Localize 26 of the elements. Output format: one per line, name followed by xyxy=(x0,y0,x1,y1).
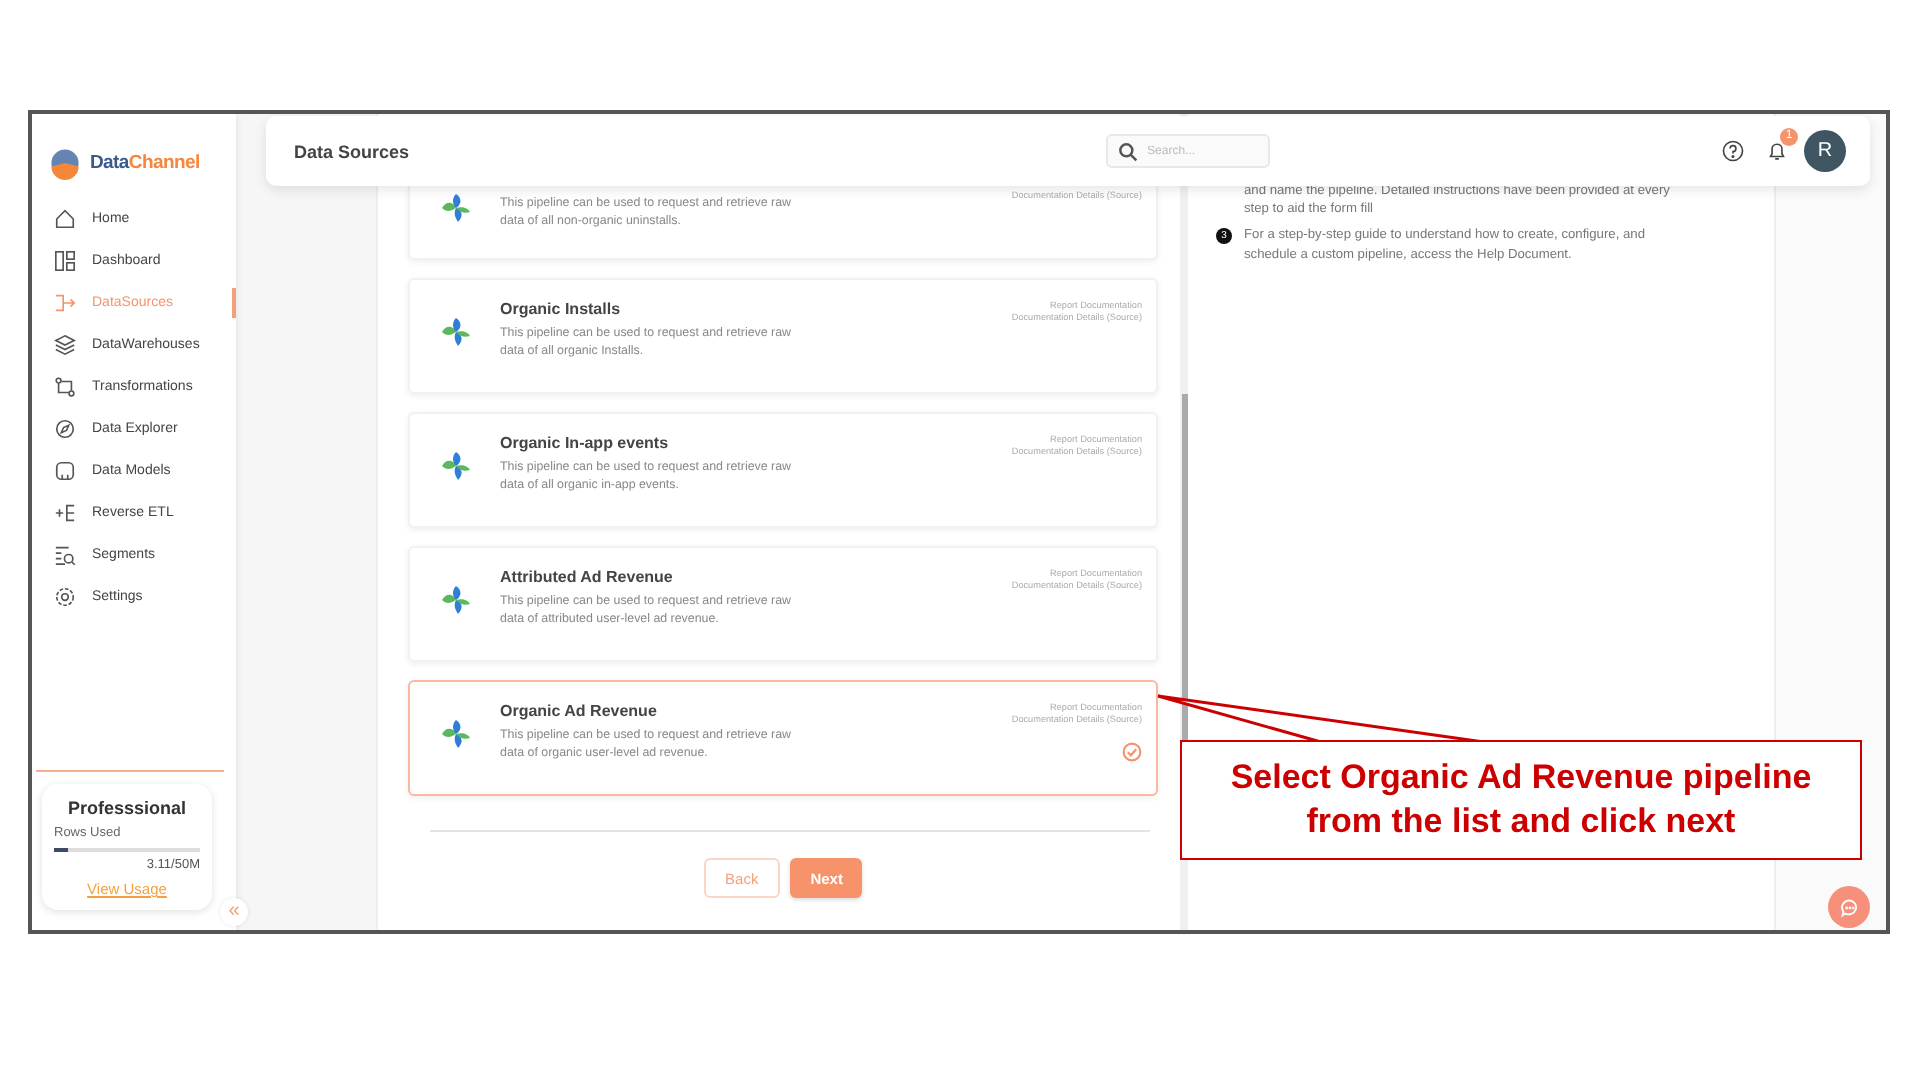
compass-icon xyxy=(54,418,76,440)
logo-icon xyxy=(48,145,82,179)
help-icon[interactable] xyxy=(1722,140,1744,162)
user-avatar[interactable]: R xyxy=(1804,130,1846,172)
leaf-icon xyxy=(440,316,472,348)
page-title: Data Sources xyxy=(294,141,410,161)
home-icon xyxy=(54,208,76,230)
chat-bubble-icon xyxy=(1839,897,1859,917)
leaf-icon xyxy=(440,718,472,750)
bell-icon[interactable] xyxy=(1766,140,1788,162)
layers-icon xyxy=(54,334,76,356)
leaf-icon xyxy=(440,450,472,482)
gear-icon xyxy=(54,586,76,608)
pipeline-title: Organic Ad Revenue xyxy=(500,702,659,720)
leaf-icon xyxy=(440,584,472,616)
plan-name: Professsional xyxy=(65,798,189,818)
dashboard-icon xyxy=(54,250,76,272)
pipeline-title: Organic Installs xyxy=(500,300,623,318)
check-circle-icon xyxy=(1122,742,1142,762)
leaf-icon xyxy=(440,192,472,224)
list-search-icon xyxy=(54,544,76,566)
collapse-button[interactable]: « xyxy=(220,898,248,926)
search-icon xyxy=(1117,142,1138,162)
logo-text: DataChannel xyxy=(90,151,200,173)
pipeline-title: Organic In-app events xyxy=(500,434,671,452)
pipeline-title: Attributed Ad Revenue xyxy=(500,568,675,586)
